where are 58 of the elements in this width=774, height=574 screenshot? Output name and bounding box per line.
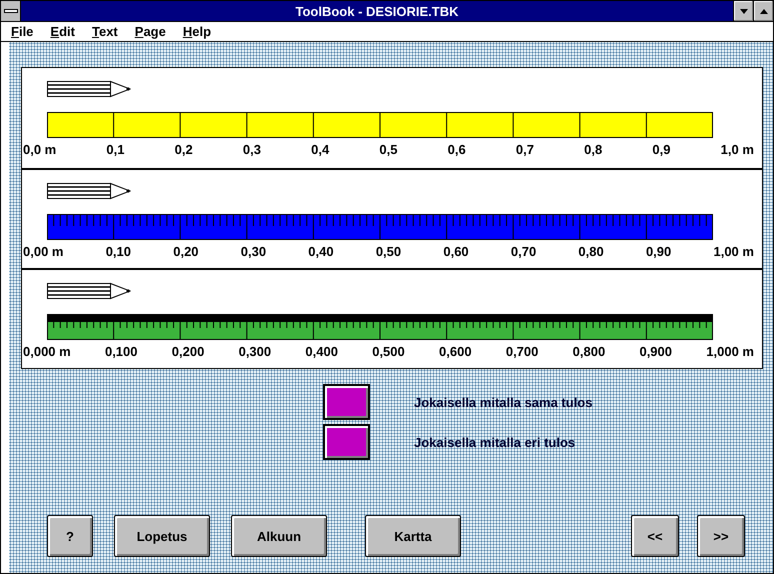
scale-label: 0,80 bbox=[578, 244, 604, 259]
scale-label: 1,00 m bbox=[713, 244, 754, 259]
scale-label: 0,5 bbox=[379, 142, 398, 157]
nav-button[interactable]: << bbox=[631, 515, 679, 557]
bar-icon bbox=[4, 9, 18, 13]
pencil-icon bbox=[47, 182, 131, 200]
scale-label: 0,0 m bbox=[23, 142, 56, 157]
scale-label: 0,50 bbox=[376, 244, 402, 259]
down-arrow-icon bbox=[740, 8, 748, 14]
scale-label: 0,600 bbox=[439, 344, 472, 359]
scale-label: 0,7 bbox=[516, 142, 534, 157]
scale-label: 0,8 bbox=[584, 142, 602, 157]
up-arrow-icon bbox=[760, 8, 768, 14]
scale-label: 0,20 bbox=[173, 244, 199, 259]
nav-button[interactable]: Kartta bbox=[365, 515, 461, 557]
scale-label: 1,0 m bbox=[720, 142, 754, 157]
scale-label: 0,00 m bbox=[23, 244, 64, 259]
menu-item[interactable]: Text bbox=[92, 24, 118, 39]
scale-label: 0,40 bbox=[308, 244, 334, 259]
answer-label: Jokaisella mitalla sama tulos bbox=[414, 394, 592, 410]
scale-label: 0,100 bbox=[104, 344, 138, 359]
menu-item[interactable]: Help bbox=[182, 24, 212, 39]
scale-label: 0,3 bbox=[242, 142, 261, 157]
nav-button[interactable]: Alkuun bbox=[231, 515, 327, 557]
scale-label: 0,900 bbox=[639, 344, 672, 359]
scale-label: 0,300 bbox=[238, 344, 272, 359]
scale-label: 0,6 bbox=[448, 142, 466, 157]
answer-button[interactable] bbox=[323, 384, 370, 420]
nav-button[interactable]: ? bbox=[47, 515, 93, 557]
answer-label: Jokaisella mitalla eri tulos bbox=[414, 434, 576, 450]
scale-label: 0,90 bbox=[646, 244, 672, 259]
system-menu-button[interactable] bbox=[1, 1, 21, 21]
scale-label: 0,2 bbox=[174, 142, 193, 157]
menu-item[interactable]: Edit bbox=[50, 24, 75, 39]
pencil-icon bbox=[47, 282, 131, 300]
scale-label: 0,200 bbox=[172, 344, 204, 359]
nav-button[interactable]: Lopetus bbox=[114, 515, 210, 557]
answer-button[interactable] bbox=[323, 424, 370, 460]
scale-label: 1,000 m bbox=[706, 344, 754, 359]
nav-button[interactable]: >> bbox=[697, 515, 745, 557]
pencil-icon bbox=[47, 80, 131, 98]
scale-label: 0,500 bbox=[372, 344, 405, 359]
scale-label: 0,700 bbox=[506, 344, 538, 359]
menu-item[interactable]: File bbox=[11, 24, 34, 39]
scale-label: 0,400 bbox=[305, 344, 338, 359]
scale-label: 0,000 m bbox=[23, 344, 71, 359]
scale-label: 0,60 bbox=[443, 244, 469, 259]
scale-label: 0,4 bbox=[311, 142, 330, 157]
scale-label: 0,10 bbox=[106, 244, 132, 259]
menu-item[interactable]: Page bbox=[134, 24, 166, 39]
scale-label: 0,9 bbox=[652, 142, 670, 157]
maximize-button[interactable] bbox=[753, 1, 773, 21]
window-title: ToolBook - DESIORIE.TBK bbox=[294, 2, 460, 20]
scale-label: 0,30 bbox=[240, 244, 266, 259]
scale-label: 0,70 bbox=[510, 244, 536, 259]
scale-label: 0,1 bbox=[106, 142, 124, 157]
minimize-button[interactable] bbox=[733, 1, 753, 21]
scale-label: 0,800 bbox=[572, 344, 606, 359]
